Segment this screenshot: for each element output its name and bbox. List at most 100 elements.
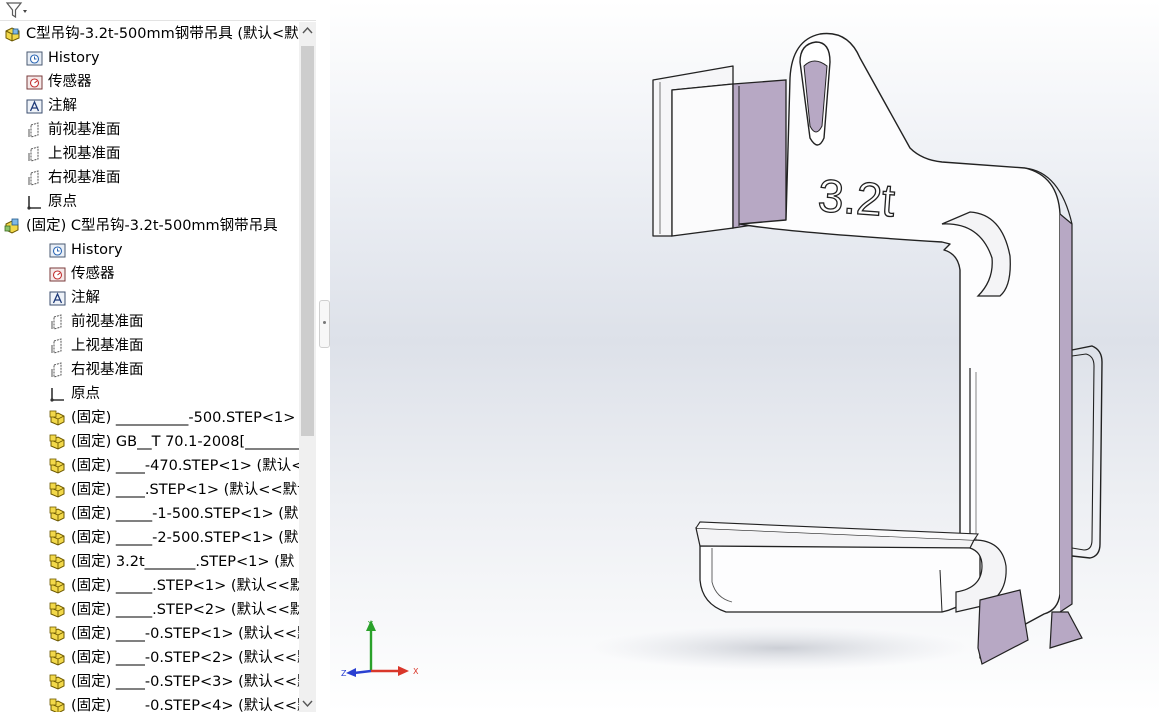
tree-item[interactable]: (固定) GB__T 70.1-2008[________ [0, 430, 300, 454]
tree-item[interactable]: (固定) C型吊钩-3.2t-500mm钢带吊具 [0, 214, 300, 238]
tree-item[interactable]: (固定) ____-0.STEP<4> (默认<<默 [0, 694, 300, 712]
feature-manager-panel: C型吊钩-3.2t-500mm钢带吊具 (默认<默 History 传感器 注解 前视基… [0, 0, 318, 712]
chevron-up-icon [302, 26, 313, 34]
tree-item[interactable]: 右视基准面 [0, 358, 300, 382]
part-icon [49, 458, 66, 475]
tree-item[interactable]: 注解 [0, 286, 300, 310]
tree-item[interactable]: (固定) ____-0.STEP<2> (默认<<默 [0, 646, 300, 670]
tree-item-label: (固定) ____-0.STEP<3> (默认<<默 [71, 674, 300, 690]
filter-icon [5, 2, 27, 19]
sensor-icon [26, 74, 43, 91]
filter-bar [0, 0, 316, 21]
coordinate-triad: Y X Z [341, 620, 419, 678]
tree-item[interactable]: (固定) _____-1-500.STEP<1> (默 [0, 502, 300, 526]
tree-item-label: 上视基准面 [71, 338, 144, 354]
plane-icon [49, 314, 66, 331]
plane-icon [49, 362, 66, 379]
part-icon [49, 410, 66, 427]
tree-item-label: 右视基准面 [48, 170, 121, 186]
tree-item[interactable]: 上视基准面 [0, 142, 300, 166]
tree-item-label: 传感器 [71, 266, 115, 282]
tree-item[interactable]: C型吊钩-3.2t-500mm钢带吊具 (默认<默 [0, 22, 300, 46]
tree-item[interactable]: (固定) __________-500.STEP<1> [0, 406, 300, 430]
tree-item-label: History [71, 242, 123, 258]
tree-item-label: (固定) ____-0.STEP<1> (默认<<默 [71, 626, 300, 642]
panel-splitter[interactable] [318, 0, 330, 712]
part-icon [49, 578, 66, 595]
tree-item-label: (固定) _____-2-500.STEP<1> (默 [71, 530, 299, 546]
tree-item[interactable]: (固定) 3.2t_______.STEP<1> (默 [0, 550, 300, 574]
graphics-viewport[interactable]: 3.2t Y X Z [330, 0, 1159, 712]
tree-scrollbar[interactable] [299, 22, 316, 712]
scroll-down-button[interactable] [299, 695, 316, 712]
tree-item[interactable]: 上视基准面 [0, 334, 300, 358]
tree-item-label: (固定) GB__T 70.1-2008[________ [71, 434, 300, 450]
scroll-up-button[interactable] [299, 22, 316, 39]
lower-jaw [695, 521, 1007, 613]
part-icon [49, 530, 66, 547]
part-icon [49, 602, 66, 619]
tree-item[interactable]: History [0, 238, 300, 262]
part-icon [49, 626, 66, 643]
tree-item-label: 注解 [71, 290, 100, 306]
tree-item[interactable]: (固定) ____-0.STEP<1> (默认<<默 [0, 622, 300, 646]
tree-item-label: 原点 [71, 386, 100, 402]
tree-item[interactable]: 原点 [0, 382, 300, 406]
axis-x-label: X [413, 667, 419, 676]
tree-item-label: (固定) ____-0.STEP<2> (默认<<默 [71, 650, 300, 666]
c-hook-model: 3.2t [590, 32, 1103, 670]
tree-item-label: (固定) C型吊钩-3.2t-500mm钢带吊具 [26, 218, 278, 234]
history-icon [49, 242, 66, 259]
tree-item[interactable]: 前视基准面 [0, 310, 300, 334]
origin-icon [49, 386, 66, 403]
splitter-grip[interactable] [319, 300, 330, 348]
part-icon [49, 674, 66, 691]
tree-item-label: (固定) __________-500.STEP<1> [71, 410, 296, 426]
tree-item[interactable]: 传感器 [0, 262, 300, 286]
history-icon [26, 50, 43, 67]
tree-item-label: (固定) _____-1-500.STEP<1> (默 [71, 506, 299, 522]
part-icon [49, 650, 66, 667]
assembly-icon [4, 26, 21, 43]
sensor-icon [49, 266, 66, 283]
tree-item[interactable]: (固定) _____.STEP<2> (默认<<默 [0, 598, 300, 622]
plane-icon [26, 170, 43, 187]
tree-item[interactable]: (固定) _____.STEP<1> (默认<<默 [0, 574, 300, 598]
tree-item[interactable]: 原点 [0, 190, 300, 214]
annotation-icon [49, 290, 66, 307]
tree-item-label: C型吊钩-3.2t-500mm钢带吊具 (默认<默 [26, 26, 299, 42]
tree-item-label: (固定) ____-470.STEP<1> (默认< [71, 458, 300, 474]
tree-item-label: 前视基准面 [71, 314, 144, 330]
tree-item[interactable]: (固定) ____.STEP<1> (默认<<默认 [0, 478, 300, 502]
clamp-block [652, 65, 787, 237]
tree-item[interactable]: (固定) ____-470.STEP<1> (默认< [0, 454, 300, 478]
tree-item[interactable]: 注解 [0, 94, 300, 118]
part-icon [49, 482, 66, 499]
subassembly-icon [4, 218, 21, 235]
tree-item-label: (固定) _____.STEP<1> (默认<<默 [71, 578, 300, 594]
tree-item-label: 注解 [48, 98, 77, 114]
tree-item-label: History [48, 50, 100, 66]
plane-icon [26, 146, 43, 163]
tree-item[interactable]: 传感器 [0, 70, 300, 94]
part-icon [49, 434, 66, 451]
axis-z-label: Z [341, 669, 347, 678]
tree-item-label: 上视基准面 [48, 146, 121, 162]
tree-item[interactable]: 右视基准面 [0, 166, 300, 190]
axis-y-label: Y [367, 620, 373, 629]
filter-button[interactable] [4, 1, 30, 19]
tree-item-label: 原点 [48, 194, 77, 210]
part-icon [49, 506, 66, 523]
tree-item-label: 前视基准面 [48, 122, 121, 138]
tree-item[interactable]: History [0, 46, 300, 70]
tree-item-label: (固定) ____.STEP<1> (默认<<默认 [71, 482, 300, 498]
foot-right [1049, 611, 1083, 649]
feature-tree: C型吊钩-3.2t-500mm钢带吊具 (默认<默 History 传感器 注解 前视基… [0, 22, 300, 712]
side-handle [1071, 345, 1103, 559]
tree-item[interactable]: (固定) ____-0.STEP<3> (默认<<默 [0, 670, 300, 694]
tree-item[interactable]: (固定) _____-2-500.STEP<1> (默 [0, 526, 300, 550]
tree-item-label: 右视基准面 [71, 362, 144, 378]
annotation-icon [26, 98, 43, 115]
tree-item[interactable]: 前视基准面 [0, 118, 300, 142]
scrollbar-thumb[interactable] [301, 46, 314, 436]
